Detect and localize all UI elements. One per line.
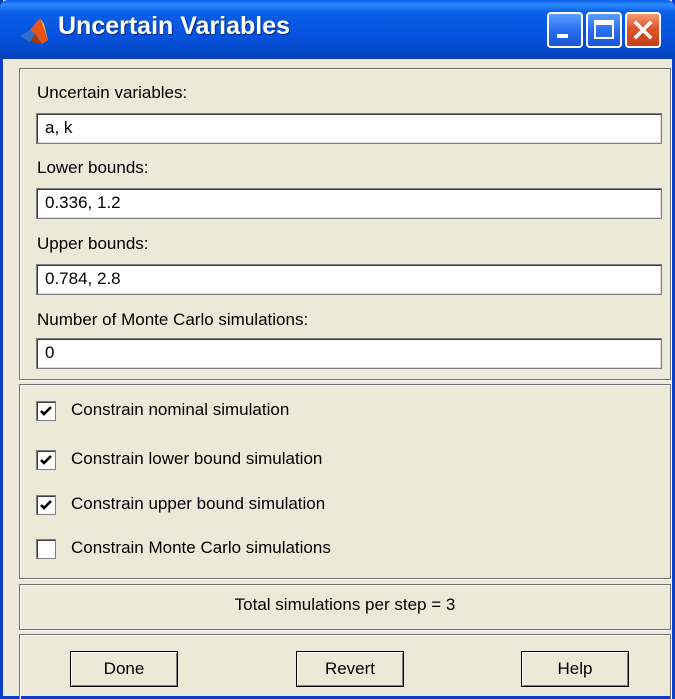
done-button[interactable]: Done [70,651,178,687]
checkmark-icon [40,455,52,465]
title-bar[interactable]: Uncertain Variables [0,0,675,59]
uncertain-variables-input[interactable]: a, k [36,113,662,144]
maximize-icon [594,20,614,39]
maximize-button[interactable] [586,12,622,48]
lower-bounds-label: Lower bounds: [37,158,149,177]
revert-button[interactable]: Revert [296,651,404,687]
constrain-monte-carlo-label: Constrain Monte Carlo simulations [71,538,331,557]
monte-carlo-input[interactable]: 0 [36,338,662,369]
total-simulations-text: Total simulations per step = 3 [234,595,456,614]
constrain-lower-label: Constrain lower bound simulation [71,449,323,468]
constrain-monte-carlo-checkbox[interactable] [36,539,56,559]
status-panel: Total simulations per step = 3 [19,584,671,630]
checkmark-icon [40,406,52,416]
constrain-nominal-label: Constrain nominal simulation [71,400,290,419]
minimize-icon [557,34,568,38]
minimize-button[interactable] [547,12,583,48]
monte-carlo-label: Number of Monte Carlo simulations: [37,310,309,329]
upper-bounds-label: Upper bounds: [37,234,149,253]
checkmark-icon [40,500,52,510]
constrain-nominal-checkbox[interactable] [36,401,56,421]
upper-bounds-input[interactable]: 0.784, 2.8 [36,264,662,295]
uncertain-variables-label: Uncertain variables: [37,83,188,102]
help-button[interactable]: Help [521,651,629,687]
constrain-upper-label: Constrain upper bound simulation [71,494,326,513]
lower-bounds-input[interactable]: 0.336, 1.2 [36,188,662,219]
window-title: Uncertain Variables [58,12,291,40]
close-button[interactable] [625,12,661,48]
constrain-upper-checkbox[interactable] [36,495,56,515]
close-icon [633,20,653,40]
matlab-icon[interactable] [18,14,52,48]
constrain-lower-checkbox[interactable] [36,450,56,470]
dialog-window: Uncertain Variables Uncertain variables:… [0,0,675,699]
